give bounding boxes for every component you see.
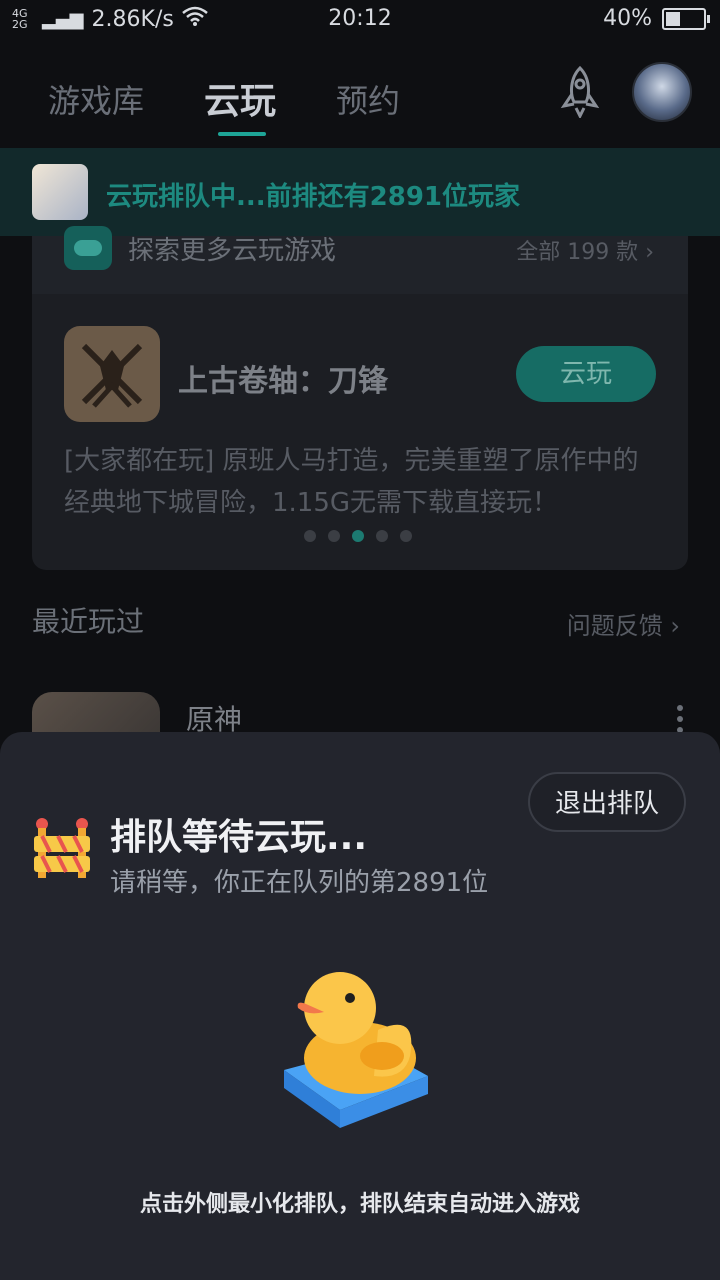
game-description: [大家都在玩] 原班人马打造，完美重塑了原作中的经典地下城冒险，1.15G无需下…	[64, 446, 639, 518]
more-options-icon[interactable]	[676, 704, 684, 734]
game-icon[interactable]	[64, 326, 160, 422]
feedback-link[interactable]: 问题反馈 ›	[567, 606, 680, 641]
all-games-link[interactable]: 全部 199 款 ›	[516, 234, 654, 266]
feedback-label: 问题反馈	[566, 612, 663, 640]
exit-queue-button[interactable]: 退出排队	[528, 772, 686, 832]
battery-icon	[662, 7, 710, 30]
tab-reservation[interactable]: 预约	[336, 76, 400, 122]
carousel-dot[interactable]	[328, 530, 340, 542]
tab-game-library[interactable]: 游戏库	[48, 76, 144, 122]
queue-banner[interactable]: 云玩排队中...前排还有2891位玩家	[0, 148, 720, 236]
minimize-hint: 点击外侧最小化排队，排队结束自动进入游戏	[139, 1192, 580, 1217]
cloud-icon	[64, 226, 112, 270]
sheet-subtitle: 请稍等，你正在队列的第2891位	[110, 868, 489, 898]
chevron-right-icon: ›	[645, 240, 654, 265]
game-thumbnail	[32, 164, 88, 220]
game-title: 上古卷轴：刀锋	[178, 364, 388, 399]
carousel-dot[interactable]	[376, 530, 388, 542]
sheet-title: 排队等待云玩...	[110, 817, 368, 858]
battery-percent: 40%	[603, 6, 652, 31]
all-games-count: 全部 199 款	[516, 240, 639, 265]
cloud-play-button[interactable]: 云玩	[516, 346, 656, 402]
user-avatar[interactable]	[632, 62, 692, 122]
active-tab-indicator	[218, 132, 266, 136]
carousel-dot[interactable]	[400, 530, 412, 542]
tab-cloud-play[interactable]: 云玩	[204, 72, 276, 124]
carousel-dots	[304, 530, 412, 542]
explore-title: 探索更多云玩游戏	[128, 236, 337, 266]
carousel-dot-active[interactable]	[352, 530, 364, 542]
recent-heading: 最近玩过	[32, 605, 145, 638]
queue-banner-text: 云玩排队中...前排还有2891位玩家	[106, 182, 520, 212]
rocket-icon[interactable]	[556, 65, 604, 120]
barrier-icon	[32, 816, 92, 880]
rubber-duck-illustration	[278, 960, 438, 1140]
status-bar: 4G 2G ▂▄▆ 2.86K/s 20:12 40%	[0, 0, 720, 40]
chevron-right-icon: ›	[670, 612, 680, 640]
carousel-dot[interactable]	[304, 530, 316, 542]
